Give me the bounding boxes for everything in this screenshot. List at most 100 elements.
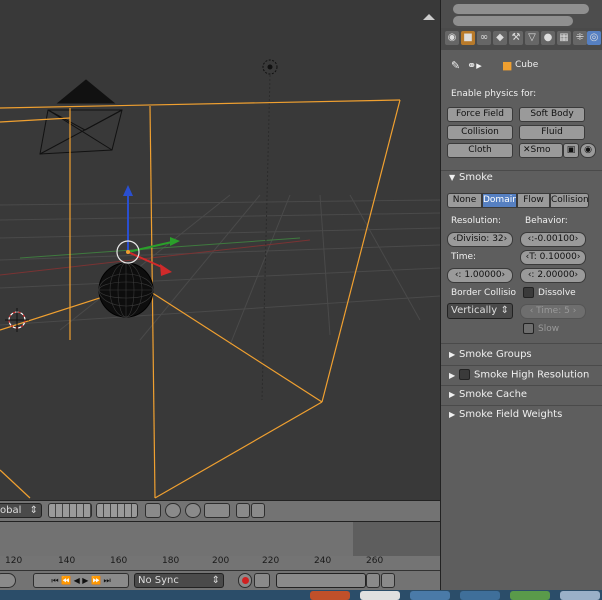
dissolve-label: Dissolve [538,288,576,298]
proportional-edit-icon[interactable] [185,503,201,518]
snap-element-icon[interactable] [204,503,230,518]
sphere-object[interactable] [98,262,154,318]
play-mode-icon[interactable] [0,573,16,588]
timeline-tick: 240 [314,556,332,566]
object-tab-icon[interactable]: ◆ [493,31,507,45]
grid-floor [0,194,440,346]
pin-icon[interactable]: ✎ [451,59,460,72]
taskbar-app-icon[interactable] [360,591,400,600]
smoke-label: Smo [530,145,551,155]
render-icon[interactable] [236,503,250,518]
orientation-select[interactable]: obal ⇕ [0,503,42,518]
taskbar-app-icon[interactable] [460,591,500,600]
triangle-right-icon: ▶ [449,410,456,419]
beta-field[interactable]: ‹T: 0.10000› [520,250,586,265]
pivot-icon[interactable] [165,503,181,518]
playback-buttons[interactable]: ⏮ ⏪ ◀ ▶ ⏩ ⏭ [33,573,129,588]
layer-buttons-left[interactable] [48,503,92,518]
force-field-button[interactable]: Force Field [447,107,513,122]
record-icon[interactable] [238,573,252,588]
keying-set-icon[interactable] [254,573,270,588]
smoke-visibility-icon[interactable]: ◉ [580,143,596,158]
smoke-field-weights-panel[interactable]: ▶ Smoke Field Weights [449,409,562,420]
smoke-high-res-panel[interactable]: ▶ Smoke High Resolution [449,369,589,381]
lock-camera-icon[interactable] [145,503,161,518]
smoke-type-domain[interactable]: Domain [482,193,517,208]
scene-breadcrumb-icon: ⚭▸ [467,59,482,72]
3d-cursor-icon[interactable] [5,308,29,332]
smoke-type-none[interactable]: None [447,193,482,208]
divisions-field[interactable]: ‹Divisio: 32› [447,232,513,247]
fluid-label: Fluid [541,127,563,137]
triangle-down-icon: ▼ [449,173,456,182]
timeline-controls: ⏮ ⏪ ◀ ▶ ⏩ ⏭ No Sync ⇕ [0,570,440,591]
divisions-value: Divisio: 32 [456,234,504,244]
alpha-field[interactable]: ‹:-0.00100› [520,232,586,247]
timeline-tick: 140 [58,556,76,566]
high-res-checkbox[interactable] [459,369,470,380]
lamp-line [261,74,271,401]
behavior-label: Behavior: [525,216,568,226]
time-scale-field[interactable]: ‹: 1.00000› [447,268,513,283]
smoke-type-collision[interactable]: Collision [550,193,589,208]
fluid-button[interactable]: Fluid [519,125,585,140]
smoke-groups-panel[interactable]: ▶ Smoke Groups [449,349,532,360]
physics-tab-icon[interactable]: ◎ [587,31,601,45]
render-anim-icon[interactable] [251,503,265,518]
timeline-tick: 200 [212,556,230,566]
transform-gizmo[interactable] [116,185,180,276]
vorticity-value: 2.00000 [537,270,575,280]
taskbar-app-icon[interactable] [410,591,450,600]
keying-set-select[interactable] [276,573,366,588]
properties-editor: ◉ ■ ∞ ◆ ⚒ ▽ ● ▦ ⁜ ◎ ✎ ⚭▸ ■ Cube Enable p… [440,0,602,590]
triangle-right-icon: ▶ [449,390,456,399]
slow-label: Slow [538,324,560,334]
soft-body-button[interactable]: Soft Body [519,107,585,122]
viewport-header: obal ⇕ [0,500,440,521]
insert-keyframe-icon[interactable] [366,573,380,588]
header-scrollbar[interactable] [453,4,589,14]
delete-keyframe-icon[interactable] [381,573,395,588]
smoke-panel-header[interactable]: ▼ Smoke [449,172,493,183]
cloth-button[interactable]: Cloth [447,143,513,158]
vorticity-field[interactable]: ‹: 2.00000› [520,268,586,283]
smoke-type-none-label: None [452,195,477,205]
taskbar-app-icon[interactable] [560,591,600,600]
border-collision-label: Border Collisio [451,288,517,298]
timeline-area[interactable]: 120 140 160 180 200 220 240 260 [0,521,440,570]
data-tab-icon[interactable]: ▽ [525,31,539,45]
render-tab-icon[interactable]: ◉ [445,31,459,45]
timeline-ruler[interactable] [0,522,440,556]
border-collision-select[interactable]: Vertically ⇕ [447,303,513,319]
camera-object[interactable] [39,79,123,155]
modifiers-tab-icon[interactable]: ⚒ [509,31,523,45]
texture-tab-icon[interactable]: ▦ [557,31,571,45]
material-tab-icon[interactable]: ● [541,31,555,45]
world-tab-icon[interactable]: ∞ [477,31,491,45]
cube-domain-selected[interactable] [0,99,401,499]
viewport-canvas[interactable] [0,0,440,500]
collision-label: Collision [461,127,499,137]
dissolve-time-field: ‹ Time: 5 › [520,304,586,319]
3d-viewport[interactable] [0,0,440,500]
lamp-icon[interactable] [262,59,278,75]
force-field-label: Force Field [456,109,504,119]
taskbar-app-icon[interactable] [310,591,350,600]
taskbar-app-icon[interactable] [510,591,550,600]
layer-buttons-right[interactable] [96,503,138,518]
scene-tab-icon[interactable]: ■ [461,31,475,45]
dissolve-checkbox[interactable]: Dissolve [523,287,576,298]
header-scrollbar-2[interactable] [453,16,573,26]
collision-button[interactable]: Collision [447,125,513,140]
viewport-corner-widget-icon[interactable] [423,14,435,20]
smoke-render-icon[interactable]: ▣ [563,143,579,158]
particles-tab-icon[interactable]: ⁜ [573,31,587,45]
time-scale-value: 1.00000 [464,270,502,280]
sync-select[interactable]: No Sync ⇕ [134,573,224,588]
smoke-button[interactable]: ✕Smo [519,143,563,158]
remove-x-icon: ✕ [523,145,531,155]
orientation-select-label: obal [0,505,22,516]
smoke-type-flow[interactable]: Flow [517,193,550,208]
smoke-cache-panel[interactable]: ▶ Smoke Cache [449,389,527,400]
dissolve-time-value: Time: 5 [536,306,570,316]
